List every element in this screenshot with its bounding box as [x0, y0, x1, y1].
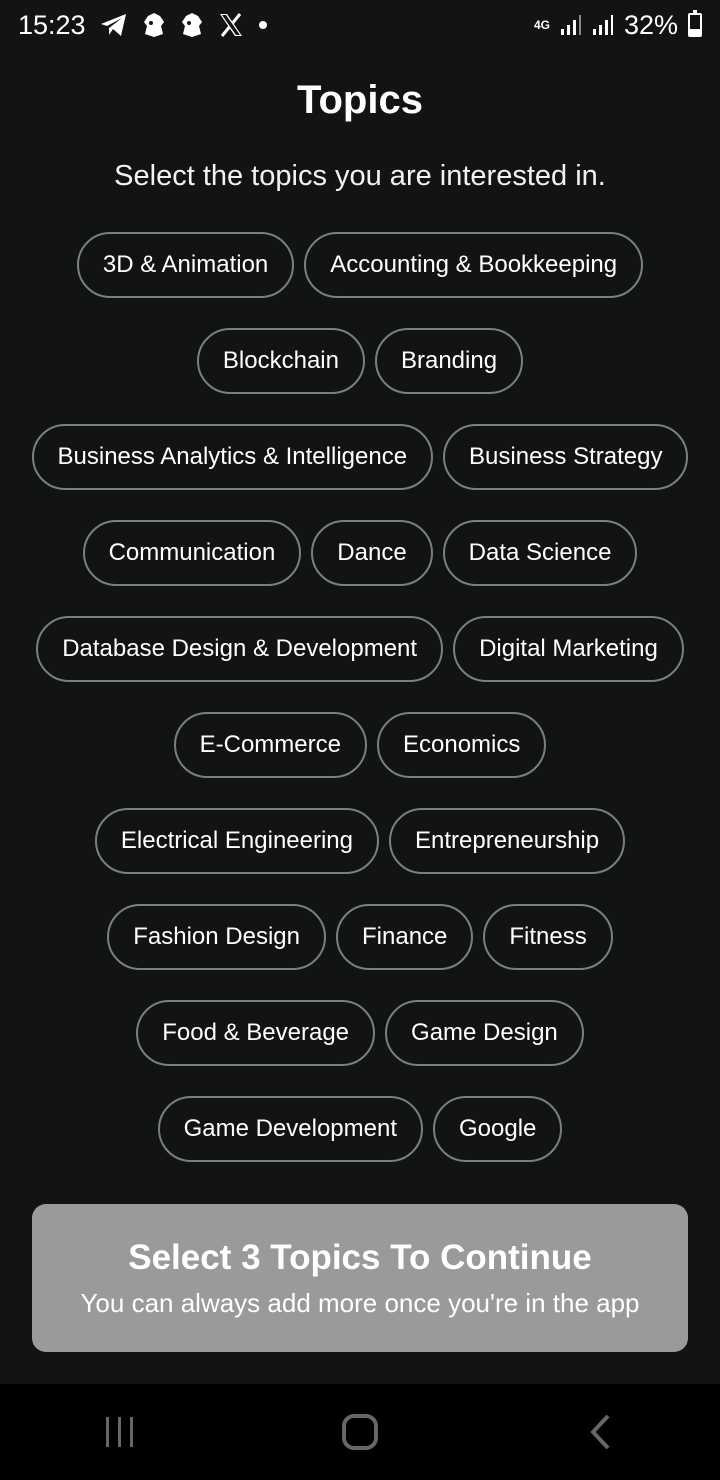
dot-icon	[258, 20, 268, 30]
topic-chip[interactable]: Economics	[376, 712, 547, 778]
topic-chip-row: Business Analytics & Intelligence Busines…	[20, 424, 700, 490]
topic-chip[interactable]: Blockchain	[196, 328, 365, 394]
topic-chip-list: 3D & Animation Accounting & Bookkeeping Bl…	[20, 232, 700, 1162]
topic-chip[interactable]: Food & Beverage	[136, 1000, 376, 1066]
topic-chip[interactable]: Game Development	[157, 1096, 424, 1162]
premier-league-icon	[142, 12, 166, 38]
topic-chip-row: Blockchain Branding	[20, 328, 700, 394]
navigation-bar	[0, 1384, 720, 1480]
topic-chip-row: Communication Dance Data Science	[20, 520, 700, 586]
telegram-icon	[100, 13, 128, 37]
topic-chip-row: Database Design & Development Digital Mar…	[20, 616, 700, 682]
topic-chip[interactable]: Database Design & Development	[36, 616, 444, 682]
signal-icon	[592, 14, 614, 36]
topic-chip-row: E-Commerce Economics	[20, 712, 700, 778]
x-icon	[218, 13, 244, 37]
topic-chip[interactable]: Fitness	[483, 904, 613, 970]
topic-chip[interactable]: Electrical Engineering	[94, 808, 379, 874]
topic-chip[interactable]: Game Design	[385, 1000, 584, 1066]
home-icon	[342, 1414, 378, 1450]
topic-chip[interactable]: Branding	[374, 328, 524, 394]
signal-icon	[560, 14, 582, 36]
topic-chip[interactable]: Business Analytics & Intelligence	[31, 424, 434, 490]
topic-chip-row: Food & Beverage Game Design	[20, 1000, 700, 1066]
back-button[interactable]	[560, 1402, 640, 1462]
toast-subtitle: You can always add more once you're in t…	[80, 1287, 640, 1318]
topic-chip[interactable]: Finance	[336, 904, 474, 970]
topic-chip-row: Game Development Google	[20, 1096, 700, 1162]
topic-chip[interactable]: Accounting & Bookkeeping	[304, 232, 644, 298]
topic-chip[interactable]: Data Science	[442, 520, 638, 586]
home-button[interactable]	[320, 1402, 400, 1462]
topic-chip[interactable]: Business Strategy	[443, 424, 689, 490]
page-subtitle: Select the topics you are interested in.	[114, 160, 606, 192]
premier-league-icon	[180, 12, 204, 38]
status-bar: 15:23 4G 32%	[0, 0, 720, 50]
status-right: 4G 32%	[534, 10, 702, 41]
topic-chip[interactable]: Dance	[311, 520, 433, 586]
back-icon	[590, 1414, 610, 1450]
battery-fill	[690, 28, 700, 35]
toast-title: Select 3 Topics To Continue	[128, 1237, 592, 1277]
continue-toast: Select 3 Topics To Continue You can alwa…	[32, 1204, 688, 1352]
page-title: Topics	[297, 78, 423, 122]
recent-apps-button[interactable]	[80, 1402, 160, 1462]
network-type: 4G	[533, 17, 550, 32]
topic-chip[interactable]: Digital Marketing	[453, 616, 684, 682]
topic-chip-row: 3D & Animation Accounting & Bookkeeping	[20, 232, 700, 298]
topic-chip[interactable]: Communication	[82, 520, 302, 586]
battery-percent: 32%	[623, 9, 678, 40]
topic-chip-row: Fashion Design Finance Fitness	[20, 904, 700, 970]
status-left: 15:23	[18, 10, 268, 41]
topic-chip[interactable]: Google	[433, 1096, 563, 1162]
topic-chip[interactable]: E-Commerce	[173, 712, 367, 778]
battery-icon	[688, 10, 702, 37]
recent-apps-icon	[106, 1417, 133, 1447]
topic-chip[interactable]: Entrepreneurship	[389, 808, 626, 874]
status-time: 15:23	[18, 9, 86, 40]
topic-chip[interactable]: 3D & Animation	[76, 232, 295, 298]
topic-chip-row: Electrical Engineering Entrepreneurship	[20, 808, 700, 874]
topic-chip[interactable]: Fashion Design	[107, 904, 326, 970]
